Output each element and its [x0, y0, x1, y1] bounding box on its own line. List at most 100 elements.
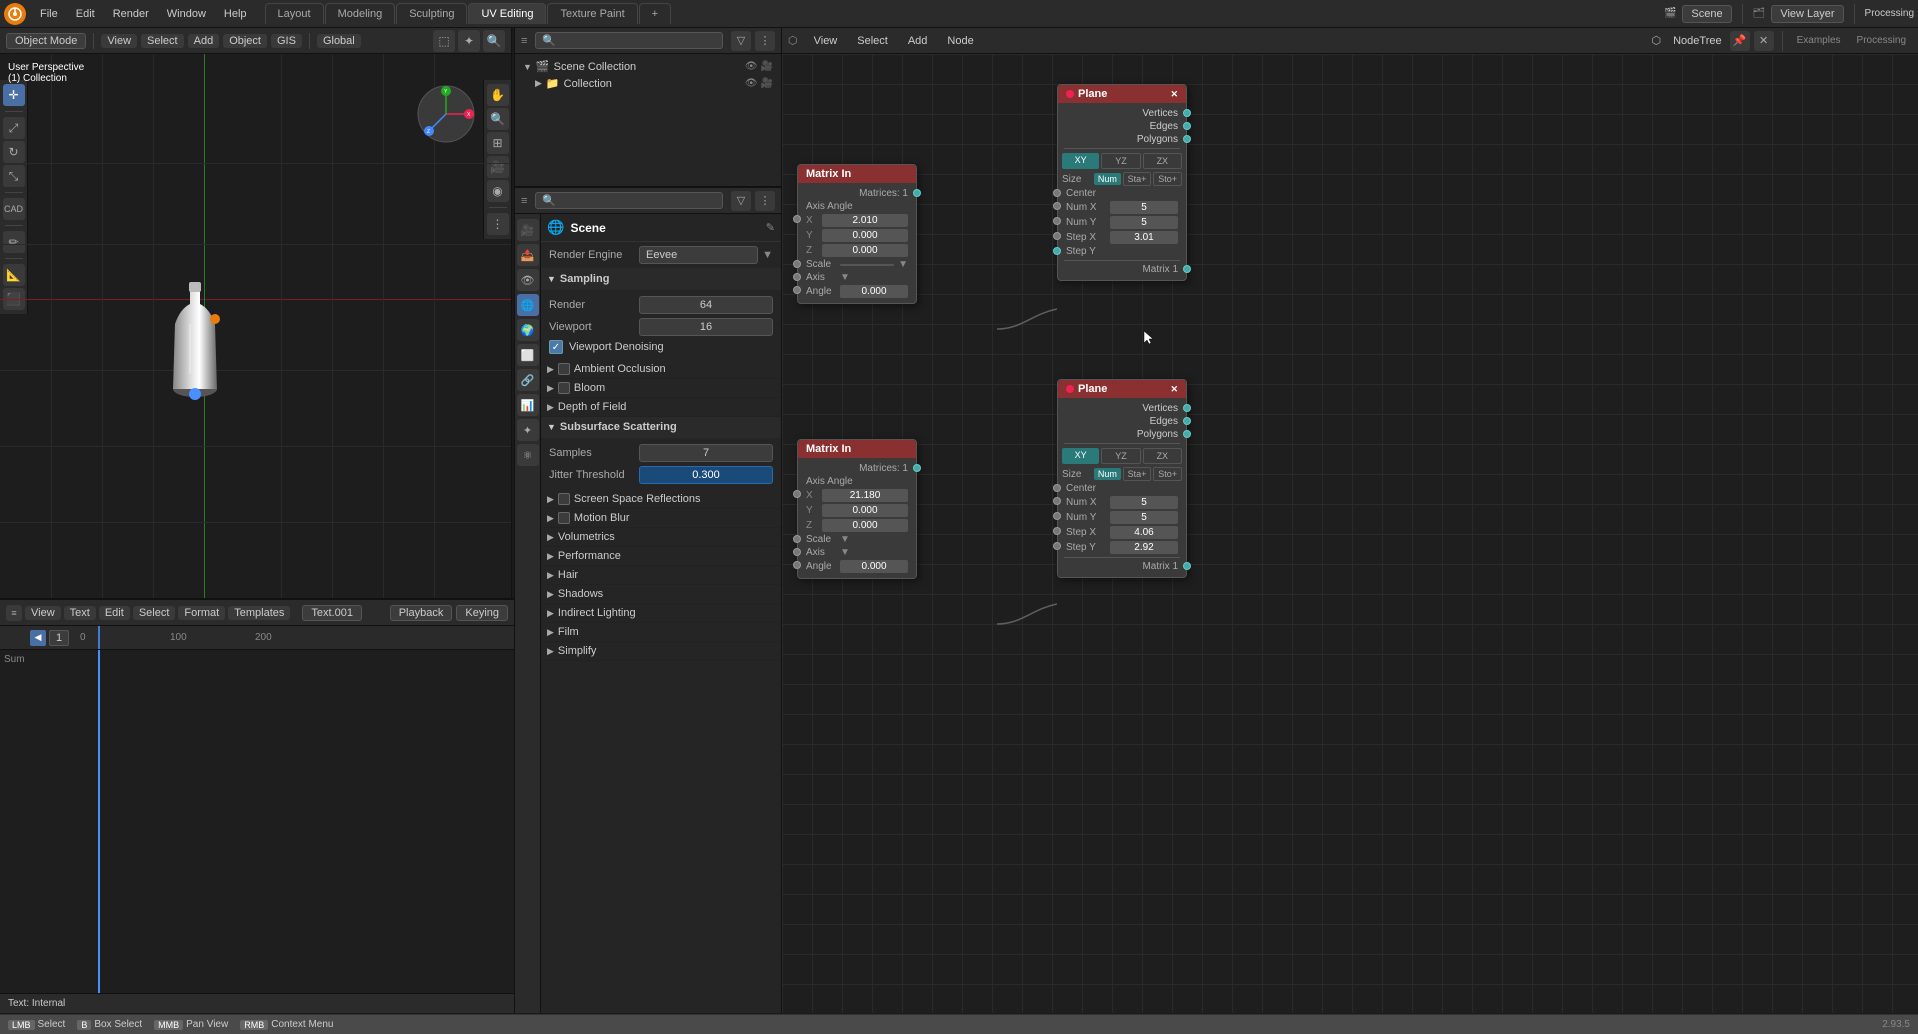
- mb-header[interactable]: ▶ Motion Blur: [541, 509, 781, 528]
- format-btn-te[interactable]: Format: [178, 606, 225, 620]
- scale-value-top[interactable]: [840, 264, 894, 266]
- hair-header[interactable]: ▶ Hair: [541, 566, 781, 585]
- eye-icon[interactable]: 👁: [745, 61, 758, 72]
- nav-widget[interactable]: X Y Z: [416, 84, 476, 147]
- outliner-scene-collection[interactable]: ▼ 🎬 Scene Collection 👁 🎥: [519, 58, 777, 75]
- plane-top-close[interactable]: ✕: [1170, 89, 1178, 100]
- xy-btn-bot[interactable]: XY: [1062, 448, 1099, 464]
- x-value-top[interactable]: 2.010: [822, 214, 908, 227]
- stepy-value-bot[interactable]: 2.92: [1110, 541, 1178, 554]
- ne-select-btn[interactable]: Select: [849, 33, 896, 49]
- y-value-top[interactable]: 0.000: [822, 229, 908, 242]
- templates-btn-te[interactable]: Templates: [228, 606, 290, 620]
- axis-arrow-bot[interactable]: ▼: [840, 547, 850, 558]
- props-output-tab[interactable]: 📤: [517, 244, 539, 266]
- global-btn[interactable]: Global: [317, 34, 361, 48]
- view-btn[interactable]: View: [101, 34, 137, 48]
- axis-arrow-top[interactable]: ▼: [840, 272, 850, 283]
- bloom-toggle[interactable]: [558, 382, 570, 394]
- scene-options-btn[interactable]: ✎: [766, 221, 775, 234]
- viewport-icon2[interactable]: ✦: [458, 30, 480, 52]
- jitter-value[interactable]: 0.300: [639, 466, 773, 484]
- menu-file[interactable]: File: [32, 6, 66, 22]
- text-file-btn[interactable]: Text.001: [302, 605, 362, 621]
- menu-window[interactable]: Window: [159, 6, 214, 22]
- props-object-tab[interactable]: ⬜: [517, 344, 539, 366]
- vol-header[interactable]: ▶ Volumetrics: [541, 528, 781, 547]
- ne-node-btn[interactable]: Node: [939, 33, 981, 49]
- props-filter-btn[interactable]: ▽: [731, 191, 751, 211]
- sta-btn-bot[interactable]: Sta+: [1123, 467, 1152, 481]
- tab-modeling[interactable]: Modeling: [325, 3, 396, 24]
- zx-btn-bot[interactable]: ZX: [1143, 448, 1182, 464]
- ne-pin-btn[interactable]: 📌: [1730, 31, 1750, 51]
- menu-render[interactable]: Render: [105, 6, 157, 22]
- scale-arrow-top[interactable]: ▼: [898, 259, 908, 270]
- z-value-top[interactable]: 0.000: [822, 244, 908, 257]
- ssr-toggle[interactable]: [558, 493, 570, 505]
- render-engine-select[interactable]: Eevee: [639, 246, 758, 264]
- scale-arrow-bot[interactable]: ▼: [840, 534, 850, 545]
- sto-btn-bot[interactable]: Sto+: [1153, 467, 1182, 481]
- outliner-dots-btn[interactable]: ⋮: [755, 31, 775, 51]
- examples-btn[interactable]: Examples: [1797, 35, 1841, 46]
- stepx-value[interactable]: 3.01: [1110, 231, 1178, 244]
- view-layer-selector[interactable]: View Layer: [1771, 5, 1843, 23]
- menu-edit[interactable]: Edit: [68, 6, 103, 22]
- ssr-header[interactable]: ▶ Screen Space Reflections: [541, 490, 781, 509]
- render-engine-arrow[interactable]: ▼: [762, 249, 773, 261]
- props-constraint-tab[interactable]: 🔗: [517, 369, 539, 391]
- keying-btn[interactable]: Keying: [456, 605, 508, 621]
- node-canvas[interactable]: Plane ✕ Vertices Edges Polygo: [782, 54, 1918, 1013]
- edit-btn-te[interactable]: Edit: [99, 606, 130, 620]
- stepx-value-bot[interactable]: 4.06: [1110, 526, 1178, 539]
- tab-texture-paint[interactable]: Texture Paint: [547, 3, 637, 24]
- props-render-tab[interactable]: 🎥: [517, 219, 539, 241]
- viewport-canvas[interactable]: ✛ ⤢ ↻ ⤡ CAD ✏ 📐 ⬛ ✋ 🔍 ⊞: [0, 54, 511, 598]
- props-data-tab[interactable]: 📊: [517, 394, 539, 416]
- numy-value-bot[interactable]: 5: [1110, 511, 1178, 524]
- outliner-filter-btn[interactable]: ▽: [731, 31, 751, 51]
- xy-btn[interactable]: XY: [1062, 153, 1099, 169]
- props-physics-tab[interactable]: ⚛: [517, 444, 539, 466]
- numy-value[interactable]: 5: [1110, 216, 1178, 229]
- z-value-bot[interactable]: 0.000: [822, 519, 908, 532]
- playback-btn[interactable]: Playback: [390, 605, 453, 621]
- x-value-bot[interactable]: 21.180: [822, 489, 908, 502]
- props-search-input[interactable]: 🔍: [535, 192, 723, 209]
- sampling-section-header[interactable]: ▼ Sampling: [541, 269, 781, 290]
- ne-add-btn[interactable]: Add: [900, 33, 936, 49]
- blender-logo-icon[interactable]: [4, 3, 26, 25]
- frame-back-btn[interactable]: ◀: [30, 630, 46, 646]
- mb-toggle[interactable]: [558, 512, 570, 524]
- perf-header[interactable]: ▶ Performance: [541, 547, 781, 566]
- num-btn[interactable]: Num: [1094, 173, 1121, 185]
- tab-add[interactable]: +: [639, 3, 671, 24]
- gis-btn[interactable]: GIS: [271, 34, 302, 48]
- select-btn[interactable]: Select: [141, 34, 184, 48]
- dof-header[interactable]: ▶ Depth of Field: [541, 398, 781, 417]
- y-value-bot[interactable]: 0.000: [822, 504, 908, 517]
- angle-value-bot[interactable]: 0.000: [840, 560, 908, 573]
- yz-btn[interactable]: YZ: [1101, 153, 1140, 169]
- yz-btn-bot[interactable]: YZ: [1101, 448, 1140, 464]
- angle-value-top[interactable]: 0.000: [840, 285, 908, 298]
- timeline-content[interactable]: Sum: [0, 650, 514, 993]
- plane-bottom-close[interactable]: ✕: [1170, 384, 1178, 395]
- cam-icon[interactable]: 🎥: [761, 61, 773, 72]
- ne-close-btn[interactable]: ✕: [1754, 31, 1774, 51]
- props-particle-tab[interactable]: ✦: [517, 419, 539, 441]
- props-world-tab[interactable]: 🌍: [517, 319, 539, 341]
- text-btn-te[interactable]: Text: [64, 606, 96, 620]
- te-icon1[interactable]: ≡: [6, 605, 22, 621]
- numx-value-bot[interactable]: 5: [1110, 496, 1178, 509]
- ao-toggle[interactable]: [558, 363, 570, 375]
- ne-view-btn[interactable]: View: [806, 33, 846, 49]
- ao-header[interactable]: ▶ Ambient Occlusion: [541, 360, 781, 379]
- viewport-denoising-checkbox[interactable]: ✓: [549, 340, 563, 354]
- menu-help[interactable]: Help: [216, 6, 255, 22]
- bloom-header[interactable]: ▶ Bloom: [541, 379, 781, 398]
- props-dots-btn[interactable]: ⋮: [755, 191, 775, 211]
- sto-btn[interactable]: Sto+: [1153, 172, 1182, 186]
- num-btn-bot[interactable]: Num: [1094, 468, 1121, 480]
